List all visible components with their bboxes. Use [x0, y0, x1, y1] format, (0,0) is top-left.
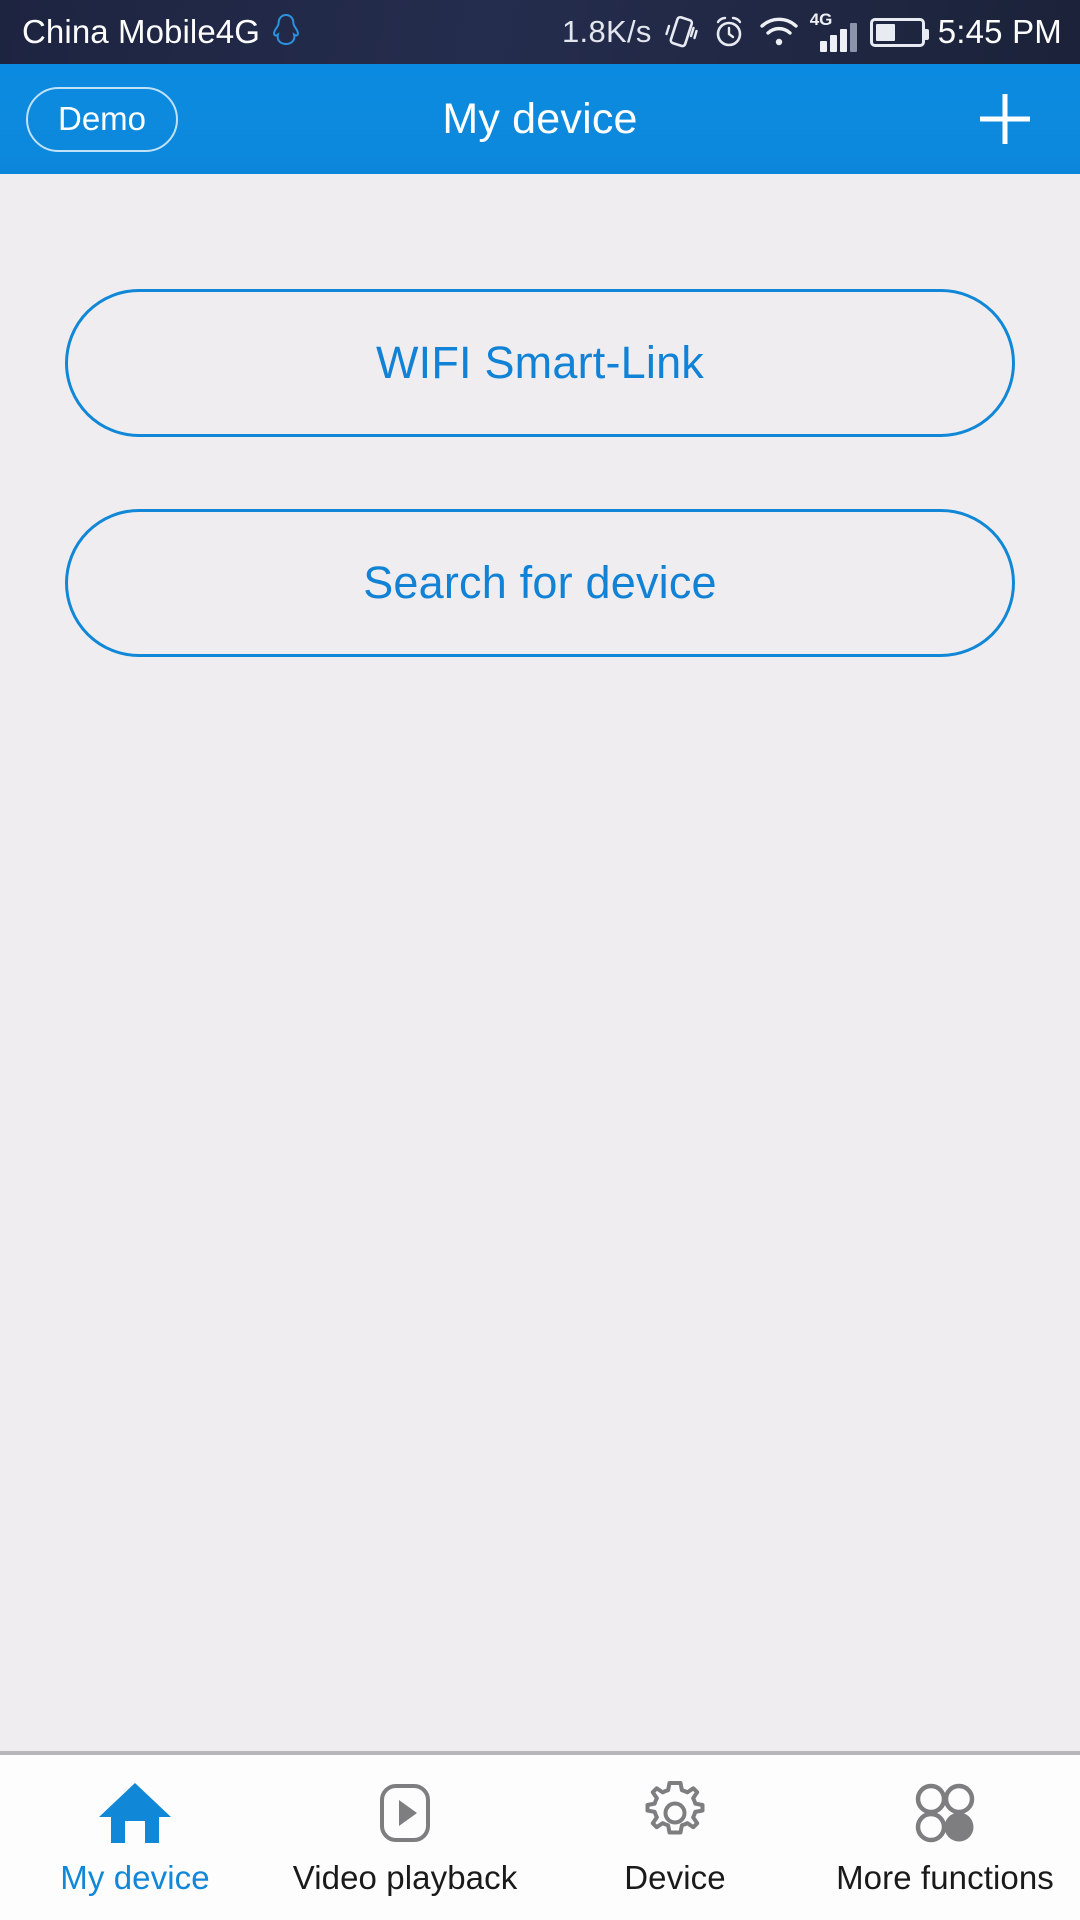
carrier-label: China Mobile4G: [22, 13, 261, 50]
plus-icon: [974, 88, 1036, 150]
tab-video-playback[interactable]: Video playback: [270, 1755, 540, 1920]
play-video-icon: [370, 1777, 440, 1849]
app-root: China Mobile4G 1.8K/s 4G 5:45 PM Demo My…: [0, 0, 1080, 1920]
main-content: WIFI Smart-Link Search for device: [0, 174, 1080, 1755]
gear-icon: [639, 1777, 711, 1849]
four-circles-icon: [909, 1777, 981, 1849]
search-for-device-button[interactable]: Search for device: [65, 509, 1015, 657]
status-bar: China Mobile4G 1.8K/s 4G 5:45 PM: [0, 0, 1080, 64]
status-bar-left: China Mobile4G: [22, 13, 300, 52]
home-icon: [97, 1777, 173, 1849]
alarm-clock-icon: [712, 14, 746, 50]
tab-label: More functions: [836, 1859, 1054, 1896]
tab-device[interactable]: Device: [540, 1755, 810, 1920]
wifi-icon: [759, 15, 799, 49]
bottom-navigation: My device Video playback Device More fun…: [0, 1755, 1080, 1920]
add-device-button[interactable]: [950, 64, 1060, 174]
app-header: Demo My device: [0, 64, 1080, 174]
vibrate-icon: [665, 14, 699, 50]
network-type-label: 4G: [809, 10, 833, 29]
signal-bars-icon: 4G: [809, 10, 857, 52]
status-bar-right: 1.8K/s 4G 5:45 PM: [562, 0, 1062, 64]
tab-my-device[interactable]: My device: [0, 1755, 270, 1920]
wifi-smart-link-button[interactable]: WIFI Smart-Link: [65, 289, 1015, 437]
demo-button[interactable]: Demo: [26, 86, 179, 152]
clock-label: 5:45 PM: [937, 13, 1062, 50]
tab-more-functions[interactable]: More functions: [810, 1755, 1080, 1920]
tab-label: Device: [624, 1859, 726, 1896]
tab-label: Video playback: [292, 1859, 518, 1896]
network-speed-label: 1.8K/s: [562, 14, 652, 49]
battery-icon: [869, 17, 929, 47]
qq-penguin-icon: [272, 13, 300, 52]
tab-label: My device: [60, 1859, 210, 1896]
